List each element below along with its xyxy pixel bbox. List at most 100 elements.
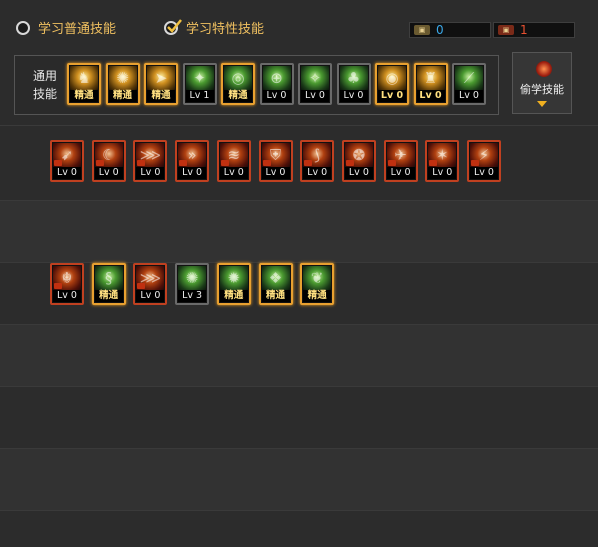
special-skill-mark-icon — [54, 160, 62, 166]
skill-level-label: Lv 0 — [136, 290, 165, 302]
special-skill-mark-icon — [345, 160, 354, 166]
kick-icon: ✧ — [308, 69, 322, 87]
skill-slot[interactable]: ❦ 精通 — [300, 263, 335, 305]
skill-level-label: 精通 — [147, 90, 175, 102]
skill-row-empty — [0, 510, 598, 547]
special-skill-mark-icon — [137, 283, 146, 289]
points-icon: ▣ — [498, 25, 514, 35]
skill-level-label: Lv 0 — [344, 167, 373, 179]
skill-level-label: Lv 0 — [378, 90, 406, 102]
top-bar: 学习普通技能 学习特性技能 ▣ 0 ▣ 1 — [0, 0, 598, 56]
skill-level-label: 精通 — [261, 290, 290, 302]
skill-slot[interactable]: ☾ Lv 0 — [91, 140, 126, 182]
skill-slot[interactable]: ⋙ Lv 0 — [133, 263, 168, 305]
skill-level-label: Lv 0 — [470, 167, 498, 179]
skill-level-label: 精通 — [70, 90, 98, 102]
skill-slot[interactable]: ✺ 精通 — [105, 63, 140, 105]
skill-slot[interactable]: ⟋ Lv 0 — [452, 63, 486, 105]
skill-slot[interactable]: ♜ Lv 0 — [413, 63, 448, 105]
beast-icon: ✺ — [185, 269, 199, 287]
skill-slot[interactable]: ✪ Lv 0 — [341, 140, 376, 182]
skill-slot[interactable]: § 精通 — [91, 263, 126, 305]
dash-icon: ➤ — [154, 69, 168, 87]
skill-points-blue-value: 0 — [436, 23, 444, 37]
dropdown-arrow-icon — [537, 101, 547, 107]
skill-slot[interactable]: ◎ 精通 — [221, 63, 255, 105]
beast-icon: ✺ — [116, 69, 129, 87]
skill-level-label: 精通 — [219, 290, 248, 302]
special-skill-mark-icon — [179, 160, 188, 166]
skill-level-label: Lv 0 — [455, 90, 483, 102]
steal-icon — [536, 61, 552, 77]
skill-level-label: Lv 3 — [178, 290, 207, 302]
skill-level-label: Lv 1 — [185, 90, 214, 102]
skill-slot[interactable]: ⊕ Lv 0 — [259, 63, 294, 105]
skill-slot[interactable]: ✧ Lv 0 — [298, 63, 332, 105]
skill-row-empty — [0, 324, 598, 386]
skill-level-label: Lv 0 — [262, 90, 291, 102]
phoenix-icon: ❦ — [310, 269, 324, 287]
skill-slot[interactable]: ♞ 精通 — [67, 63, 101, 105]
target-icon: ◎ — [231, 69, 245, 87]
skill-slot[interactable]: ⚡ Lv 0 — [467, 140, 501, 182]
skill-slot[interactable]: ≋ Lv 0 — [216, 140, 251, 182]
skill-slot[interactable]: ⋙ Lv 0 — [133, 140, 168, 182]
special-skill-mark-icon — [471, 160, 479, 166]
skill-level-label: Lv 0 — [301, 90, 329, 102]
radio-learn-special-label: 学习特性技能 — [186, 22, 265, 37]
skill-level-label: 精通 — [108, 90, 137, 102]
radio-learn-normal-skills[interactable]: 学习普通技能 — [16, 18, 116, 37]
skill-slot[interactable]: ✈ Lv 0 — [383, 140, 418, 182]
skill-slot[interactable]: ✦ Lv 1 — [182, 63, 217, 105]
skill-level-label: 精通 — [94, 290, 123, 302]
special-skill-mark-icon — [54, 283, 62, 289]
skill-level-label: Lv 0 — [303, 167, 332, 179]
skill-slot[interactable]: ✹ 精通 — [216, 263, 251, 305]
skill-level-label: Lv 0 — [416, 90, 445, 102]
skill-slot[interactable]: ✺ Lv 3 — [175, 263, 210, 305]
tiger-icon: ❖ — [268, 269, 283, 287]
special-skill-mark-icon — [304, 160, 313, 166]
common-skills-title: 通用技能 — [32, 69, 57, 101]
skill-level-label: Lv 0 — [53, 167, 81, 179]
skill-row-empty — [0, 200, 598, 262]
skill-level-label: Lv 0 — [53, 290, 81, 302]
figure-icon: ♞ — [77, 69, 91, 87]
wings-icon: ✦ — [193, 69, 206, 87]
steal-skill-button[interactable]: 偷学技能 — [512, 52, 572, 114]
skill-slot[interactable]: ♣ Lv 0 — [336, 63, 371, 105]
skill-row-empty — [0, 386, 598, 448]
special-skill-mark-icon — [262, 160, 271, 166]
points-icon: ▣ — [414, 25, 430, 35]
skill-level-label: Lv 0 — [136, 167, 165, 179]
radio-unchecked-icon — [16, 20, 30, 35]
skill-level-label: Lv 0 — [428, 167, 457, 179]
skill-slot[interactable]: ✶ Lv 0 — [425, 140, 460, 182]
skill-row-empty — [0, 448, 598, 510]
skill-level-label: Lv 0 — [386, 167, 415, 179]
steal-skill-label: 偷学技能 — [520, 83, 564, 96]
mushroom-icon: ♣ — [346, 69, 361, 87]
skill-slot[interactable]: ❖ 精通 — [258, 263, 293, 305]
skill-slot[interactable]: ☬ Lv 0 — [50, 263, 84, 305]
skill-row-1: ➹ Lv 0 ☾ Lv 0 ⋙ Lv 0» Lv 0 ≋ Lv 0 ⛨ Lv 0 ⟆ Lv 0 ✪ Lv 0… — [0, 125, 598, 200]
special-skill-mark-icon — [429, 160, 438, 166]
skill-level-label: Lv 0 — [219, 167, 248, 179]
skill-points-blue: ▣ 0 — [409, 22, 491, 38]
skill-slot[interactable]: ◉ Lv 0 — [375, 63, 409, 105]
skill-points-red: ▣ 1 — [493, 22, 575, 38]
skill-level-label: Lv 0 — [261, 167, 290, 179]
storm-icon: ✹ — [227, 269, 241, 287]
skill-slot[interactable]: ⟆ Lv 0 — [300, 140, 335, 182]
skill-slot[interactable]: ➹ Lv 0 — [50, 140, 84, 182]
skill-level-label: Lv 0 — [178, 167, 207, 179]
skill-slot[interactable]: » Lv 0 — [175, 140, 210, 182]
skill-slot[interactable]: ⛨ Lv 0 — [258, 140, 293, 182]
radio-learn-normal-label: 学习普通技能 — [38, 22, 117, 37]
crosshair-icon: ⊕ — [270, 69, 283, 87]
warrior-icon: ♜ — [423, 69, 438, 87]
skill-slot[interactable]: ➤ 精通 — [144, 63, 178, 105]
special-skill-mark-icon — [387, 160, 396, 166]
radio-learn-special-skills[interactable]: 学习特性技能 — [164, 18, 264, 37]
skill-level-label: Lv 0 — [94, 167, 123, 179]
